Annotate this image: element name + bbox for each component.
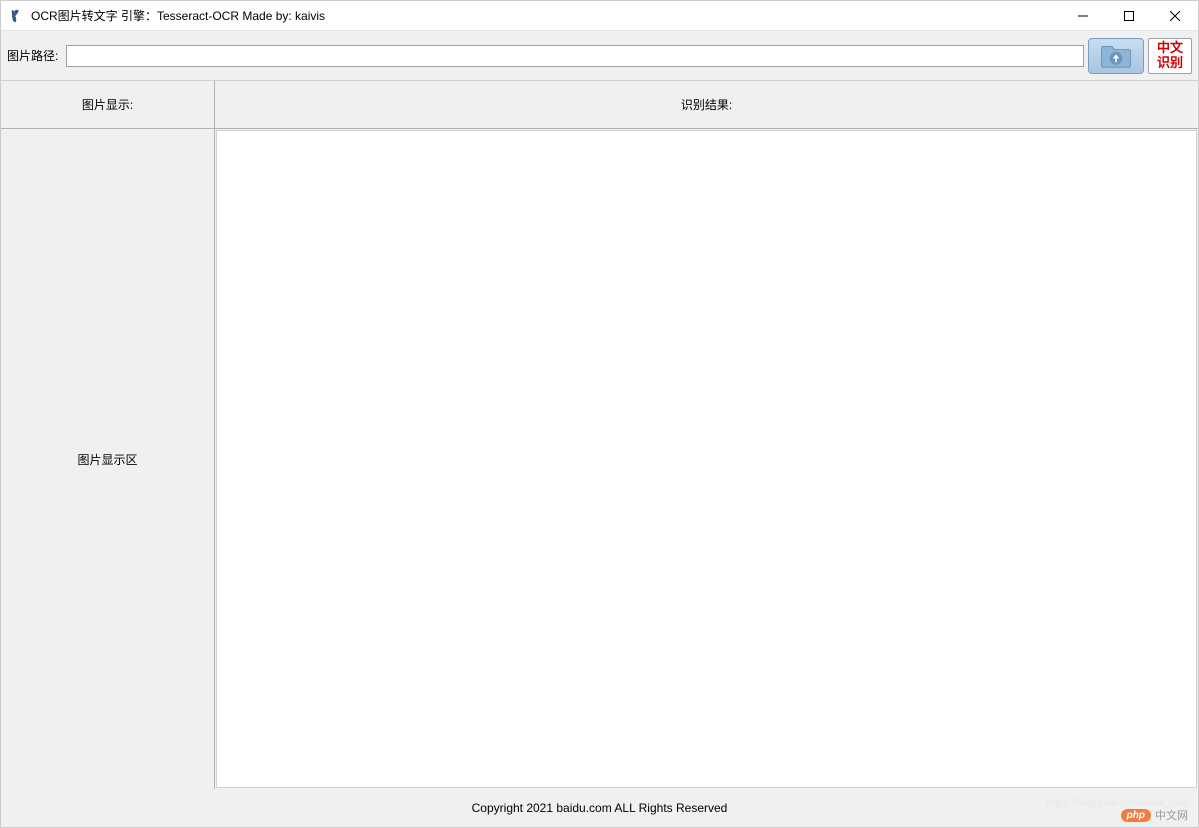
folder-upload-icon	[1100, 42, 1132, 70]
recognize-button[interactable]: 中文 识别	[1148, 38, 1192, 74]
minimize-button[interactable]	[1060, 1, 1106, 30]
app-icon	[9, 8, 25, 24]
titlebar: OCR图片转文字 引擎：Tesseract-OCR Made by: kaivi…	[1, 1, 1198, 31]
window-title: OCR图片转文字 引擎：Tesseract-OCR Made by: kaivi…	[31, 7, 1060, 24]
maximize-button[interactable]	[1106, 1, 1152, 30]
app-window: OCR图片转文字 引擎：Tesseract-OCR Made by: kaivi…	[0, 0, 1199, 828]
close-button[interactable]	[1152, 1, 1198, 30]
recognize-label-line1: 中文	[1157, 41, 1183, 55]
result-panel-header: 识别结果:	[215, 81, 1198, 129]
image-panel-header: 图片显示:	[1, 81, 214, 129]
php-badge: php	[1121, 809, 1151, 822]
result-text-area[interactable]	[216, 130, 1197, 788]
main-area: 图片显示: 图片显示区 识别结果:	[1, 81, 1198, 789]
path-input[interactable]	[66, 45, 1084, 67]
cn-text: 中文网	[1155, 807, 1188, 823]
recognize-label-line2: 识别	[1157, 56, 1183, 70]
image-panel: 图片显示: 图片显示区	[1, 81, 215, 789]
path-label: 图片路径:	[7, 47, 58, 64]
image-display-area: 图片显示区	[1, 129, 214, 789]
footer: Copyright 2021 baidu.com ALL Rights Rese…	[1, 789, 1198, 827]
result-panel: 识别结果:	[215, 81, 1198, 789]
toolbar: 图片路径: 中文 识别	[1, 31, 1198, 81]
copyright-text: Copyright 2021 baidu.com ALL Rights Rese…	[472, 801, 728, 815]
window-controls	[1060, 1, 1198, 30]
watermark: php 中文网	[1121, 807, 1188, 823]
upload-button[interactable]	[1088, 38, 1144, 74]
